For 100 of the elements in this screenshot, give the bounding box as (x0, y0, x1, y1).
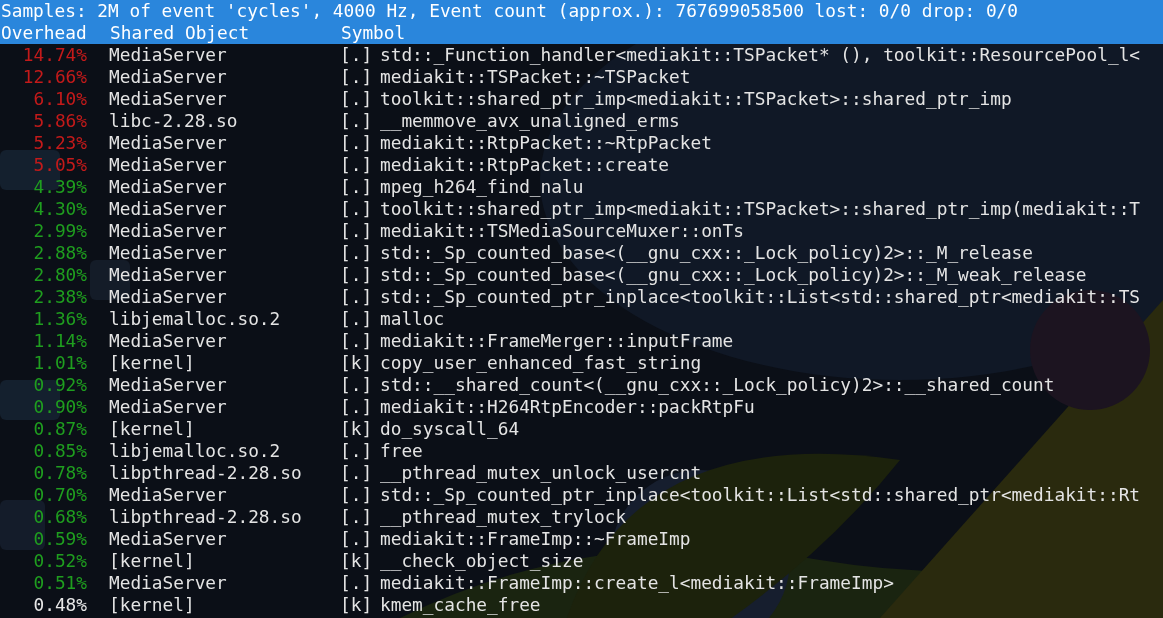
overhead-cell-text: 0.90% (32, 396, 87, 418)
overhead-cell-text: 0.78% (32, 462, 87, 484)
mode-cell-text: [.] (340, 44, 374, 66)
mode-cell-text: [k] (340, 550, 374, 572)
overhead-cell-text: 5.23% (32, 132, 87, 154)
symbol-cell: do_syscall_64 (380, 418, 520, 440)
symbol-cell: mediakit::TSMediaSourceMuxer::onTs (380, 220, 744, 242)
object-cell-text: MediaServer (109, 176, 228, 198)
symbol-cell: std::_Function_handler<mediakit::TSPacket* (), toolkit::ResourcePool_l< (380, 44, 1141, 66)
overhead-cell-text: 0.70% (32, 484, 87, 506)
object-cell-text: libjemalloc.so.2 (109, 308, 282, 330)
symbol-cell: copy_user_enhanced_fast_string (380, 352, 702, 374)
mode-cell-text: [.] (340, 484, 374, 506)
mode-cell-text: [.] (340, 528, 374, 550)
mode-cell-text: [.] (340, 242, 374, 264)
overhead-cell-text: 6.10% (32, 88, 87, 110)
symbol-cell: std::_Sp_counted_ptr_inplace<toolkit::List<std::shared_ptr<mediakit::Rt (380, 484, 1141, 506)
overhead-cell-text: 2.88% (32, 242, 87, 264)
object-cell-text: MediaServer (109, 154, 228, 176)
symbol-cell: mediakit::H264RtpEncoder::packRtpFu (380, 396, 755, 418)
object-cell-text: MediaServer (109, 66, 228, 88)
object-cell-text: MediaServer (109, 286, 228, 308)
mode-cell-text: [.] (340, 154, 374, 176)
symbol-cell: std::_Sp_counted_ptr_inplace<toolkit::List<std::shared_ptr<mediakit::TS (380, 286, 1141, 308)
object-cell-text: libpthread-2.28.so (109, 506, 303, 528)
object-cell-text: [kernel] (109, 418, 196, 440)
symbol-cell: std::__shared_count<(__gnu_cxx::_Lock_policy)2>::__shared_count (380, 374, 1055, 396)
symbol-cell: mediakit::FrameImp::~FrameImp (380, 528, 691, 550)
object-cell-text: MediaServer (109, 264, 228, 286)
overhead-cell-text: 0.68% (32, 506, 87, 528)
overhead-cell-text: 1.01% (32, 352, 87, 374)
overhead-cell-text: 0.92% (32, 374, 87, 396)
overhead-cell-text: 4.39% (32, 176, 87, 198)
object-cell-text: MediaServer (109, 88, 228, 110)
symbol-cell: kmem_cache_free (380, 594, 541, 616)
symbol-cell: mediakit::RtpPacket::~RtpPacket (380, 132, 712, 154)
object-cell-text: MediaServer (109, 242, 228, 264)
overhead-cell-text: 12.66% (21, 66, 87, 88)
overhead-cell-text: 4.30% (32, 198, 87, 220)
symbol-cell: __memmove_avx_unaligned_erms (380, 110, 680, 132)
mode-cell-text: [.] (340, 132, 374, 154)
overhead-cell-text: 0.59% (32, 528, 87, 550)
symbol-cell: mediakit::FrameMerger::inputFrame (380, 330, 734, 352)
overhead-cell-text: 0.48% (32, 594, 87, 616)
overhead-cell-text: 2.38% (32, 286, 87, 308)
mode-cell-text: [.] (340, 176, 374, 198)
mode-cell-text: [k] (340, 418, 374, 440)
symbol-cell: __pthread_mutex_unlock_usercnt (380, 462, 702, 484)
overhead-cell-text: 0.52% (32, 550, 87, 572)
overhead-cell-text: 5.05% (32, 154, 87, 176)
object-cell-text: MediaServer (109, 528, 228, 550)
mode-cell-text: [.] (340, 220, 374, 242)
column-header: Shared Object (110, 22, 251, 44)
status-line: Samples: 2M of event 'cycles', 4000 Hz, Event count (approx.): 767699058500 lost: 0/0 drop: 0/0 (0, 0, 1018, 22)
symbol-cell: std::_Sp_counted_base<(__gnu_cxx::_Lock_policy)2>::_M_weak_release (380, 264, 1087, 286)
column-header: Symbol (341, 22, 406, 44)
column-header: Overhead (0, 22, 88, 44)
symbol-cell: malloc (380, 308, 445, 330)
mode-cell-text: [.] (340, 308, 374, 330)
object-cell-text: MediaServer (109, 220, 228, 242)
mode-cell-text: [.] (340, 66, 374, 88)
object-cell-text: MediaServer (109, 132, 228, 154)
mode-cell-text: [.] (340, 198, 374, 220)
mode-cell-text: [.] (340, 374, 374, 396)
symbol-cell: mediakit::FrameImp::create_l<mediakit::FrameImp> (380, 572, 894, 594)
symbol-cell: mpeg_h264_find_nalu (380, 176, 584, 198)
object-cell-text: MediaServer (109, 330, 228, 352)
mode-cell-text: [.] (340, 286, 374, 308)
object-cell-text: libpthread-2.28.so (109, 462, 303, 484)
symbol-cell: mediakit::RtpPacket::create (380, 154, 670, 176)
symbol-cell: toolkit::shared_ptr_imp<mediakit::TSPacket>::shared_ptr_imp (380, 88, 1012, 110)
overhead-cell-text: 5.86% (32, 110, 87, 132)
object-cell-text: MediaServer (109, 44, 228, 66)
object-cell-text: libc-2.28.so (109, 110, 239, 132)
object-cell-text: MediaServer (109, 396, 228, 418)
object-cell-text: MediaServer (109, 484, 228, 506)
mode-cell-text: [.] (340, 330, 374, 352)
mode-cell-text: [.] (340, 110, 374, 132)
overhead-cell-text: 1.36% (32, 308, 87, 330)
mode-cell-text: [.] (340, 572, 374, 594)
mode-cell-text: [.] (340, 440, 374, 462)
symbol-cell: mediakit::TSPacket::~TSPacket (380, 66, 691, 88)
mode-cell-text: [.] (340, 264, 374, 286)
overhead-cell-text: 0.87% (32, 418, 87, 440)
mode-cell-text: [.] (340, 88, 374, 110)
object-cell-text: MediaServer (109, 374, 228, 396)
object-cell-text: MediaServer (109, 198, 228, 220)
overhead-cell-text: 0.51% (32, 572, 87, 594)
overhead-cell-text: 0.85% (32, 440, 87, 462)
object-cell-text: [kernel] (109, 550, 196, 572)
mode-cell-text: [.] (340, 506, 374, 528)
symbol-cell: free (380, 440, 423, 462)
object-cell-text: libjemalloc.so.2 (109, 440, 282, 462)
object-cell-text: [kernel] (109, 594, 196, 616)
overhead-cell-text: 2.80% (32, 264, 87, 286)
mode-cell-text: [k] (340, 594, 374, 616)
overhead-cell-text: 1.14% (32, 330, 87, 352)
symbol-cell: std::_Sp_counted_base<(__gnu_cxx::_Lock_policy)2>::_M_release (380, 242, 1034, 264)
overhead-cell-text: 2.99% (32, 220, 87, 242)
symbol-cell: __check_object_size (380, 550, 584, 572)
